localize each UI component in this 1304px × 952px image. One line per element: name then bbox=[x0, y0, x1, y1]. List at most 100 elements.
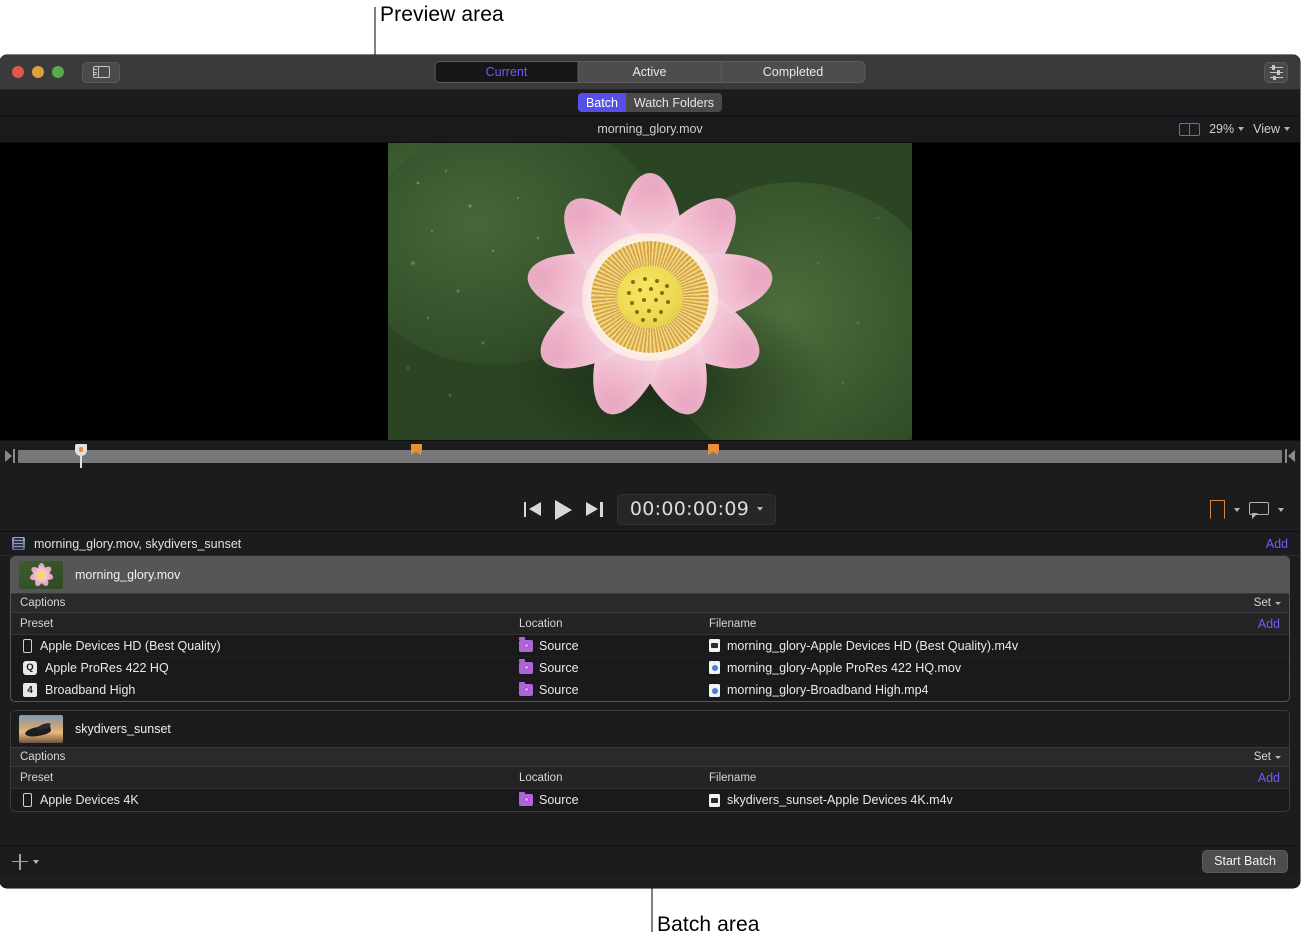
video-frame bbox=[388, 143, 912, 440]
job-skydivers-sunset[interactable]: skydivers_sunset Captions Set Preset Loc… bbox=[10, 710, 1290, 812]
compressor-window: Current Active Completed Batch Watch Fol… bbox=[0, 55, 1300, 888]
output-filename: morning_glory-Broadband High.mp4 bbox=[727, 683, 929, 697]
captions-label: Captions bbox=[20, 751, 66, 763]
scrub-start-icon[interactable] bbox=[5, 450, 12, 462]
output-row[interactable]: 4 Broadband High Source morning_glory-Bro… bbox=[11, 679, 1289, 701]
scrubber-track[interactable] bbox=[18, 444, 1282, 468]
chevron-down-icon[interactable] bbox=[1234, 507, 1240, 512]
batch-watch-segmented-control[interactable]: Batch Watch Folders bbox=[577, 93, 723, 112]
preview-canvas[interactable] bbox=[0, 143, 1300, 440]
chevron-down-icon[interactable] bbox=[757, 507, 764, 511]
column-header-preset: Preset bbox=[20, 617, 54, 630]
caption-button[interactable] bbox=[1249, 501, 1269, 519]
prores-badge-icon: Q bbox=[23, 660, 37, 675]
job-thumbnail bbox=[19, 715, 63, 743]
play-icon bbox=[554, 499, 572, 520]
scrubber-area[interactable] bbox=[0, 440, 1300, 488]
job-thumbnail bbox=[19, 561, 63, 589]
window-titlebar: Current Active Completed bbox=[0, 55, 1300, 90]
output-row[interactable]: Apple Devices HD (Best Quality) Source m… bbox=[11, 635, 1289, 657]
location-name: Source bbox=[539, 638, 579, 653]
chevron-down-icon bbox=[1275, 601, 1281, 605]
tab-active[interactable]: Active bbox=[579, 62, 722, 82]
location-name: Source bbox=[539, 660, 579, 675]
job-morning-glory[interactable]: morning_glory.mov Captions Set Preset Lo… bbox=[10, 556, 1290, 702]
output-add-link[interactable]: Add bbox=[1237, 617, 1289, 631]
output-row[interactable]: Apple Devices 4K Source skydivers_sunset… bbox=[11, 789, 1289, 811]
column-header-filename: Filename bbox=[709, 771, 757, 784]
batch-header: morning_glory.mov, skydivers_sunset Add bbox=[0, 532, 1300, 556]
playhead[interactable] bbox=[75, 444, 88, 468]
scrub-start-bar bbox=[13, 449, 15, 463]
timecode-field[interactable]: 00:00:00:09 bbox=[616, 494, 777, 525]
annotation-preview-area: Preview area bbox=[380, 3, 504, 26]
chevron-down-icon bbox=[1238, 127, 1245, 131]
captions-set-label: Set bbox=[1253, 597, 1271, 609]
view-mode-segmented-control[interactable]: Current Active Completed bbox=[434, 61, 866, 83]
captions-row[interactable]: Captions Set bbox=[11, 747, 1289, 767]
range-marker[interactable] bbox=[707, 444, 719, 455]
chevron-down-icon[interactable] bbox=[1278, 507, 1284, 512]
output-row[interactable]: Q Apple ProRes 422 HQ Source morning_glor… bbox=[11, 657, 1289, 679]
column-header-location: Location bbox=[519, 617, 563, 630]
job-spacer bbox=[0, 702, 1300, 710]
mov-document-icon bbox=[709, 661, 720, 674]
batch-icon bbox=[12, 537, 25, 550]
play-button[interactable] bbox=[554, 499, 572, 520]
zoom-level-value: 29% bbox=[1209, 122, 1235, 136]
captions-set-label: Set bbox=[1253, 751, 1271, 763]
job-title-row[interactable]: morning_glory.mov bbox=[11, 557, 1289, 593]
batch-bottom-bar: Start Batch bbox=[0, 845, 1300, 877]
split-view-icon[interactable] bbox=[1179, 122, 1201, 136]
zoom-level-dropdown[interactable]: 29% bbox=[1209, 122, 1245, 136]
preview-header-controls: 29% View bbox=[1179, 116, 1290, 142]
m4v-document-icon bbox=[709, 793, 720, 807]
phone-icon bbox=[23, 793, 32, 807]
column-header-preset: Preset bbox=[20, 771, 54, 784]
purple-folder-icon bbox=[519, 791, 533, 806]
tab-batch[interactable]: Batch bbox=[577, 93, 626, 112]
view-menu-label: View bbox=[1253, 122, 1280, 136]
skip-next-button[interactable] bbox=[585, 502, 603, 517]
minimize-button[interactable] bbox=[32, 66, 44, 78]
column-header-location: Location bbox=[519, 771, 563, 784]
job-title-row[interactable]: skydivers_sunset bbox=[11, 711, 1289, 747]
purple-folder-icon bbox=[519, 637, 533, 652]
sidebar-toggle-button[interactable] bbox=[82, 61, 120, 83]
annotation-batch-leader-line bbox=[651, 884, 653, 932]
start-batch-button[interactable]: Start Batch bbox=[1202, 850, 1288, 873]
location-name: Source bbox=[539, 683, 579, 697]
range-marker[interactable] bbox=[410, 444, 422, 455]
lotus-flower bbox=[500, 147, 800, 440]
location-name: Source bbox=[539, 793, 579, 807]
chevron-down-icon bbox=[33, 859, 39, 864]
captions-set-dropdown[interactable]: Set bbox=[1254, 751, 1281, 763]
view-menu-dropdown[interactable]: View bbox=[1253, 122, 1290, 136]
tab-current[interactable]: Current bbox=[435, 62, 579, 82]
mp4-document-icon bbox=[709, 683, 720, 697]
batch-add-link[interactable]: Add bbox=[1266, 537, 1288, 551]
preset-name: Apple Devices HD (Best Quality) bbox=[40, 638, 221, 653]
batch-watch-subtoolbar: Batch Watch Folders bbox=[0, 90, 1300, 116]
add-job-button[interactable] bbox=[12, 853, 39, 870]
bookmark-icon bbox=[1210, 500, 1225, 519]
traffic-lights bbox=[12, 66, 64, 78]
tab-completed[interactable]: Completed bbox=[722, 62, 865, 82]
column-headers: Preset Location Filename Add bbox=[11, 767, 1289, 789]
close-button[interactable] bbox=[12, 66, 24, 78]
captions-set-dropdown[interactable]: Set bbox=[1254, 597, 1281, 609]
tab-watch-folders[interactable]: Watch Folders bbox=[626, 93, 722, 112]
bookmark-button[interactable] bbox=[1210, 500, 1225, 519]
purple-folder-icon bbox=[519, 681, 533, 696]
m4v-document-icon bbox=[709, 639, 720, 652]
skip-next-icon bbox=[585, 502, 603, 517]
skip-previous-icon bbox=[523, 502, 541, 517]
output-add-link[interactable]: Add bbox=[1237, 771, 1289, 785]
number-4-badge-icon: 4 bbox=[23, 683, 37, 697]
job-name: morning_glory.mov bbox=[75, 568, 181, 582]
skip-previous-button[interactable] bbox=[523, 502, 541, 517]
scrub-end-icon[interactable] bbox=[1288, 450, 1295, 462]
maximize-button[interactable] bbox=[52, 66, 64, 78]
inspector-toggle-button[interactable] bbox=[1264, 62, 1288, 83]
captions-row[interactable]: Captions Set bbox=[11, 593, 1289, 613]
